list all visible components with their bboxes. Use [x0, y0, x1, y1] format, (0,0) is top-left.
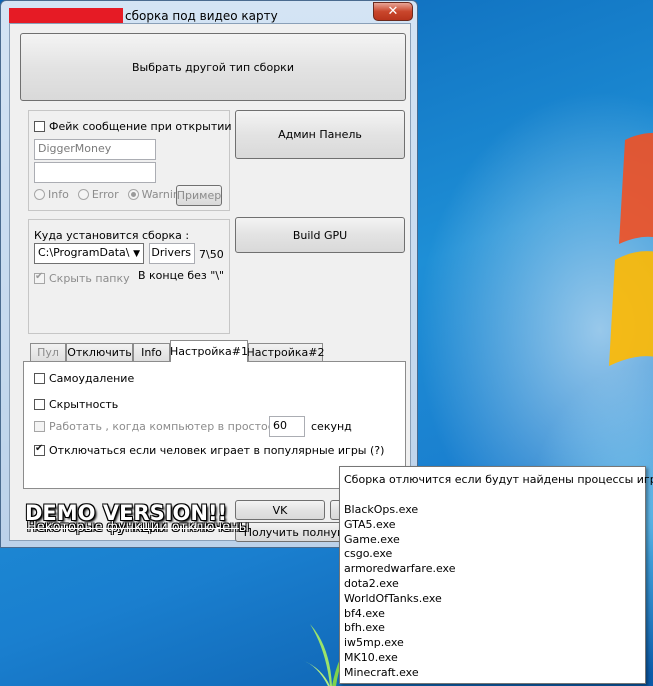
- redacted-title-block: [9, 8, 123, 23]
- demo-strike-line: [27, 528, 239, 529]
- list-item: MK10.exe: [344, 650, 398, 664]
- folder-name-input[interactable]: Drivers: [149, 243, 195, 264]
- tab-disable[interactable]: Отключить: [66, 343, 133, 361]
- idle-work-checkbox[interactable]: [34, 421, 45, 432]
- hide-folder-checkbox[interactable]: [34, 271, 45, 284]
- tab-settings-1[interactable]: Настройка#1: [170, 340, 248, 362]
- games-disconnect-row[interactable]: Отключаться если человек играет в популя…: [34, 443, 385, 457]
- self-delete-row[interactable]: Самоудаление: [34, 372, 134, 385]
- get-full-version-button[interactable]: Получить полную: [235, 522, 355, 542]
- stealth-row[interactable]: Скрытность: [34, 398, 118, 411]
- vk-button[interactable]: VK: [235, 500, 325, 520]
- close-button[interactable]: ✕: [373, 2, 413, 21]
- idle-work-label: Работать , когда компьютер в простое :: [49, 420, 282, 433]
- fake-message-title-input[interactable]: DiggerMoney: [34, 139, 156, 160]
- list-item: bfh.exe: [344, 621, 385, 635]
- list-item: BlackOps.exe: [344, 503, 419, 516]
- choose-build-type-button[interactable]: Выбрать другой тип сборки: [20, 33, 406, 101]
- self-delete-checkbox[interactable]: [34, 373, 45, 384]
- process-list: BlackOps.exe GTA5.exe Game.exe csgo.exe …: [344, 503, 455, 681]
- tab-settings-2[interactable]: Настройка#2: [247, 343, 324, 361]
- list-item: Game.exe: [344, 532, 400, 546]
- radio-error-label: Error: [91, 188, 119, 201]
- build-gpu-button[interactable]: Build GPU: [235, 217, 405, 253]
- games-disconnect-checkbox[interactable]: [34, 443, 45, 456]
- install-path-select[interactable]: C:\ProgramData\ ▼: [34, 243, 144, 264]
- admin-panel-button[interactable]: Админ Панель: [235, 110, 405, 159]
- games-disconnect-label: Отключаться если человек играет в популя…: [49, 444, 385, 457]
- fake-message-text-input[interactable]: [34, 162, 156, 183]
- radio-warning[interactable]: [127, 189, 139, 200]
- message-type-radios: Info Error Warning: [34, 188, 187, 201]
- path-hint-text: В конце без "\": [138, 269, 225, 282]
- chevron-down-icon: ▼: [133, 249, 140, 259]
- example-button[interactable]: Пример: [176, 185, 222, 206]
- list-item: armoredwarfare.exe: [344, 562, 456, 576]
- radio-info-label: Info: [48, 188, 69, 201]
- stealth-label: Скрытность: [49, 398, 119, 411]
- self-delete-label: Самоудаление: [49, 372, 135, 385]
- list-item: iw5mp.exe: [344, 636, 404, 650]
- radio-info[interactable]: [34, 189, 45, 200]
- list-item: bf4.exe: [344, 606, 385, 620]
- game-processes-tooltip: Сборка отлючится если будут найдены проц…: [339, 466, 653, 684]
- fake-message-checkbox[interactable]: [34, 121, 45, 132]
- install-path-value: C:\ProgramData\: [38, 246, 130, 259]
- windows-logo-icon: [609, 132, 653, 366]
- stealth-checkbox[interactable]: [34, 399, 45, 410]
- list-item: Minecraft.exe: [344, 665, 419, 679]
- fake-message-checkbox-row[interactable]: Фейк сообщение при открытии: [34, 120, 232, 133]
- window-title: сборка под видео карту: [125, 9, 278, 23]
- fake-message-label: Фейк сообщение при открытии: [49, 120, 232, 133]
- hide-folder-row[interactable]: Скрыть папку: [34, 271, 130, 285]
- hide-folder-label: Скрыть папку: [49, 272, 130, 285]
- tooltip-header: Сборка отлючится если будут найдены проц…: [344, 473, 653, 486]
- radio-error[interactable]: [77, 189, 89, 200]
- list-item: dota2.exe: [344, 576, 399, 590]
- idle-work-row[interactable]: Работать , когда компьютер в простое :: [34, 420, 282, 433]
- list-item: GTA5.exe: [344, 517, 396, 531]
- idle-seconds-unit: секунд: [311, 420, 352, 433]
- folder-name-counter: 7\50: [199, 248, 224, 261]
- list-item: csgo.exe: [344, 547, 393, 561]
- tab-pool[interactable]: Пул: [30, 343, 66, 361]
- tab-info[interactable]: Info: [133, 343, 170, 361]
- install-location-label: Куда установится сборка :: [34, 229, 190, 242]
- list-item: WorldOfTanks.exe: [344, 591, 442, 605]
- idle-seconds-input[interactable]: 60: [269, 416, 305, 437]
